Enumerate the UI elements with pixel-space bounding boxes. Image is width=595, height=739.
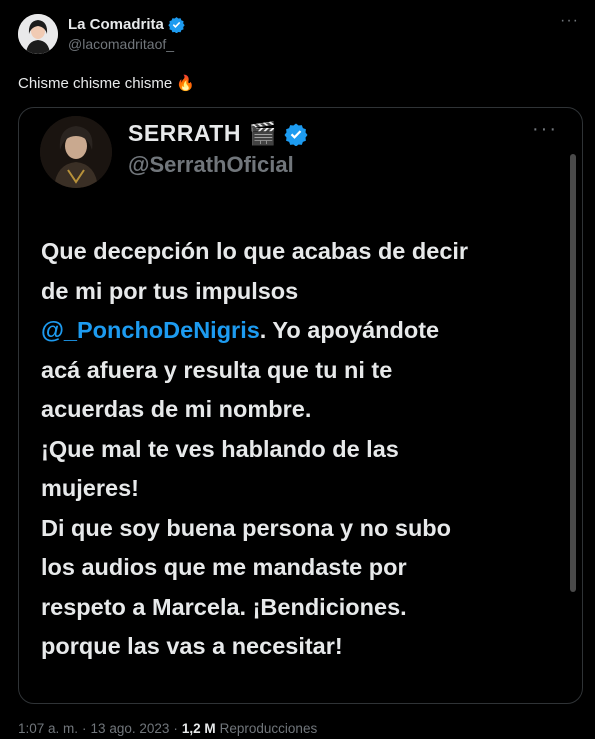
separator: ·: [173, 721, 178, 736]
quoted-tweet-image[interactable]: SERRATH 🎬 @SerrathOficial ··· Que decepc…: [18, 107, 583, 704]
quoted-line: mujeres!: [41, 475, 139, 501]
clapper-board-emoji-icon: 🎬: [248, 120, 277, 146]
tweet-text-content: Chisme chisme chisme: [18, 74, 173, 92]
quoted-line-rest: . Yo apoyándote: [259, 317, 440, 343]
views-count: 1,2 M: [181, 721, 216, 736]
quoted-line: Di que soy buena persona y no subo: [41, 514, 452, 541]
tweet-header: La Comadrita @lacomadritaof_ ···: [18, 12, 583, 60]
tweet-date[interactable]: 13 ago. 2023: [91, 721, 170, 736]
quoted-line: Que decepción lo que acabas de decir: [41, 238, 469, 264]
verified-badge-icon: [284, 122, 308, 146]
quoted-line: acá afuera y resulta que tu ni te: [41, 356, 393, 383]
quoted-line: respeto a Marcela. ¡Bendiciones.: [41, 593, 407, 620]
tweet-text: Chisme chisme chisme 🔥: [18, 74, 195, 93]
quoted-more-options-icon: ···: [532, 118, 558, 140]
author-name[interactable]: La Comadrita: [68, 16, 164, 33]
tweet-time[interactable]: 1:07 a. m.: [18, 721, 78, 736]
author-avatar[interactable]: [18, 14, 58, 54]
quoted-line: acuerdas de mi nombre.: [41, 396, 312, 422]
views-label: Reproducciones: [219, 721, 318, 736]
quoted-line: porque las vas a necesitar!: [41, 633, 343, 659]
quoted-author-name: SERRATH: [128, 120, 241, 146]
scrollbar: [570, 154, 576, 592]
quoted-tweet-text: Que decepción lo que acabas de decir de …: [41, 232, 561, 667]
fire-emoji-icon: 🔥: [176, 75, 195, 92]
quoted-line: @_PonchoDeNigris. Yo apoyándote: [41, 311, 561, 351]
author-handle[interactable]: @lacomadritaof_: [68, 36, 174, 52]
quoted-author-handle: @SerrathOficial: [128, 152, 294, 177]
quoted-author-avatar: [40, 116, 112, 188]
quoted-line: ¡Que mal te ves hablando de las: [41, 435, 399, 462]
more-options-icon[interactable]: ···: [560, 12, 579, 30]
separator: ·: [82, 721, 87, 736]
tweet-meta: 1:07 a. m. · 13 ago. 2023 · 1,2 M Reprod…: [18, 721, 317, 736]
mention-link: @_PonchoDeNigris: [41, 317, 260, 343]
verified-badge-icon: [168, 16, 185, 34]
quoted-line: los audios que me mandaste por: [41, 554, 407, 580]
quoted-line: de mi por tus impulsos: [41, 277, 299, 304]
